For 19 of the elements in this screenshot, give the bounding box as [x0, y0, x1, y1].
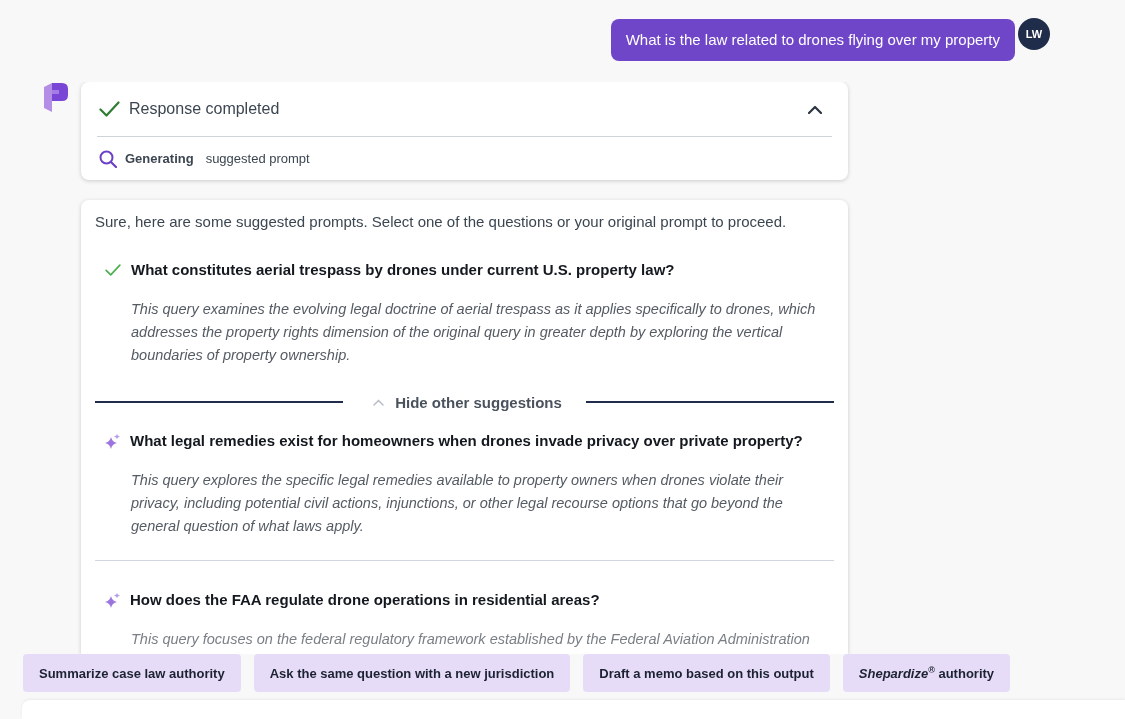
suggestion-title[interactable]: What legal remedies exist for homeowners when drones invade privacy over private property?: [130, 429, 803, 453]
action-button[interactable]: Ask the same question with a new jurisdiction: [253, 654, 571, 692]
activity-detail: suggested prompt: [205, 151, 310, 166]
suggestion-title[interactable]: How does the FAA regulate drone operations in residential areas?: [130, 588, 600, 612]
action-button[interactable]: Summarize case law authority: [23, 654, 241, 692]
suggestion-title[interactable]: What constitutes aerial trespass by drones under current U.S. property law?: [131, 258, 675, 282]
action-button[interactable]: Shepardize$^{®}$ authority: [842, 654, 1011, 692]
search-icon: [99, 149, 117, 168]
suggestion-description: This query examines the evolving legal doctrine of aerial trespass as it applies specifically to drones, which addresses the property rights dimension of the original query in greater depth by exploring the vertical boundaries of property ownership.: [131, 300, 817, 365]
logo-icon: [44, 82, 68, 112]
action-button[interactable]: Draft a memo based on this output: [583, 654, 830, 692]
suggestion-description: This query focuses on the federal regulatory framework established by the Federal Aviation Administration: [131, 630, 811, 649]
user-message: What is the law related to drones flying over my property: [610, 19, 1015, 61]
suggestion-description: This query explores the specific legal remedies available to property owners when drones violate their privacy, including potential civil actions, injunctions, or other legal recourse options that go beyond the general question of what laws apply.: [131, 471, 785, 536]
intro-text: Sure, here are some suggested prompts. Select one of the questions or your original prompt to proceed.: [95, 212, 788, 232]
status-title: Response completed: [129, 100, 281, 118]
user-avatar: LW: [1018, 18, 1050, 50]
hide-suggestions-toggle[interactable]: Hide other suggestions: [367, 393, 562, 411]
activity-label: Generating: [125, 151, 194, 166]
